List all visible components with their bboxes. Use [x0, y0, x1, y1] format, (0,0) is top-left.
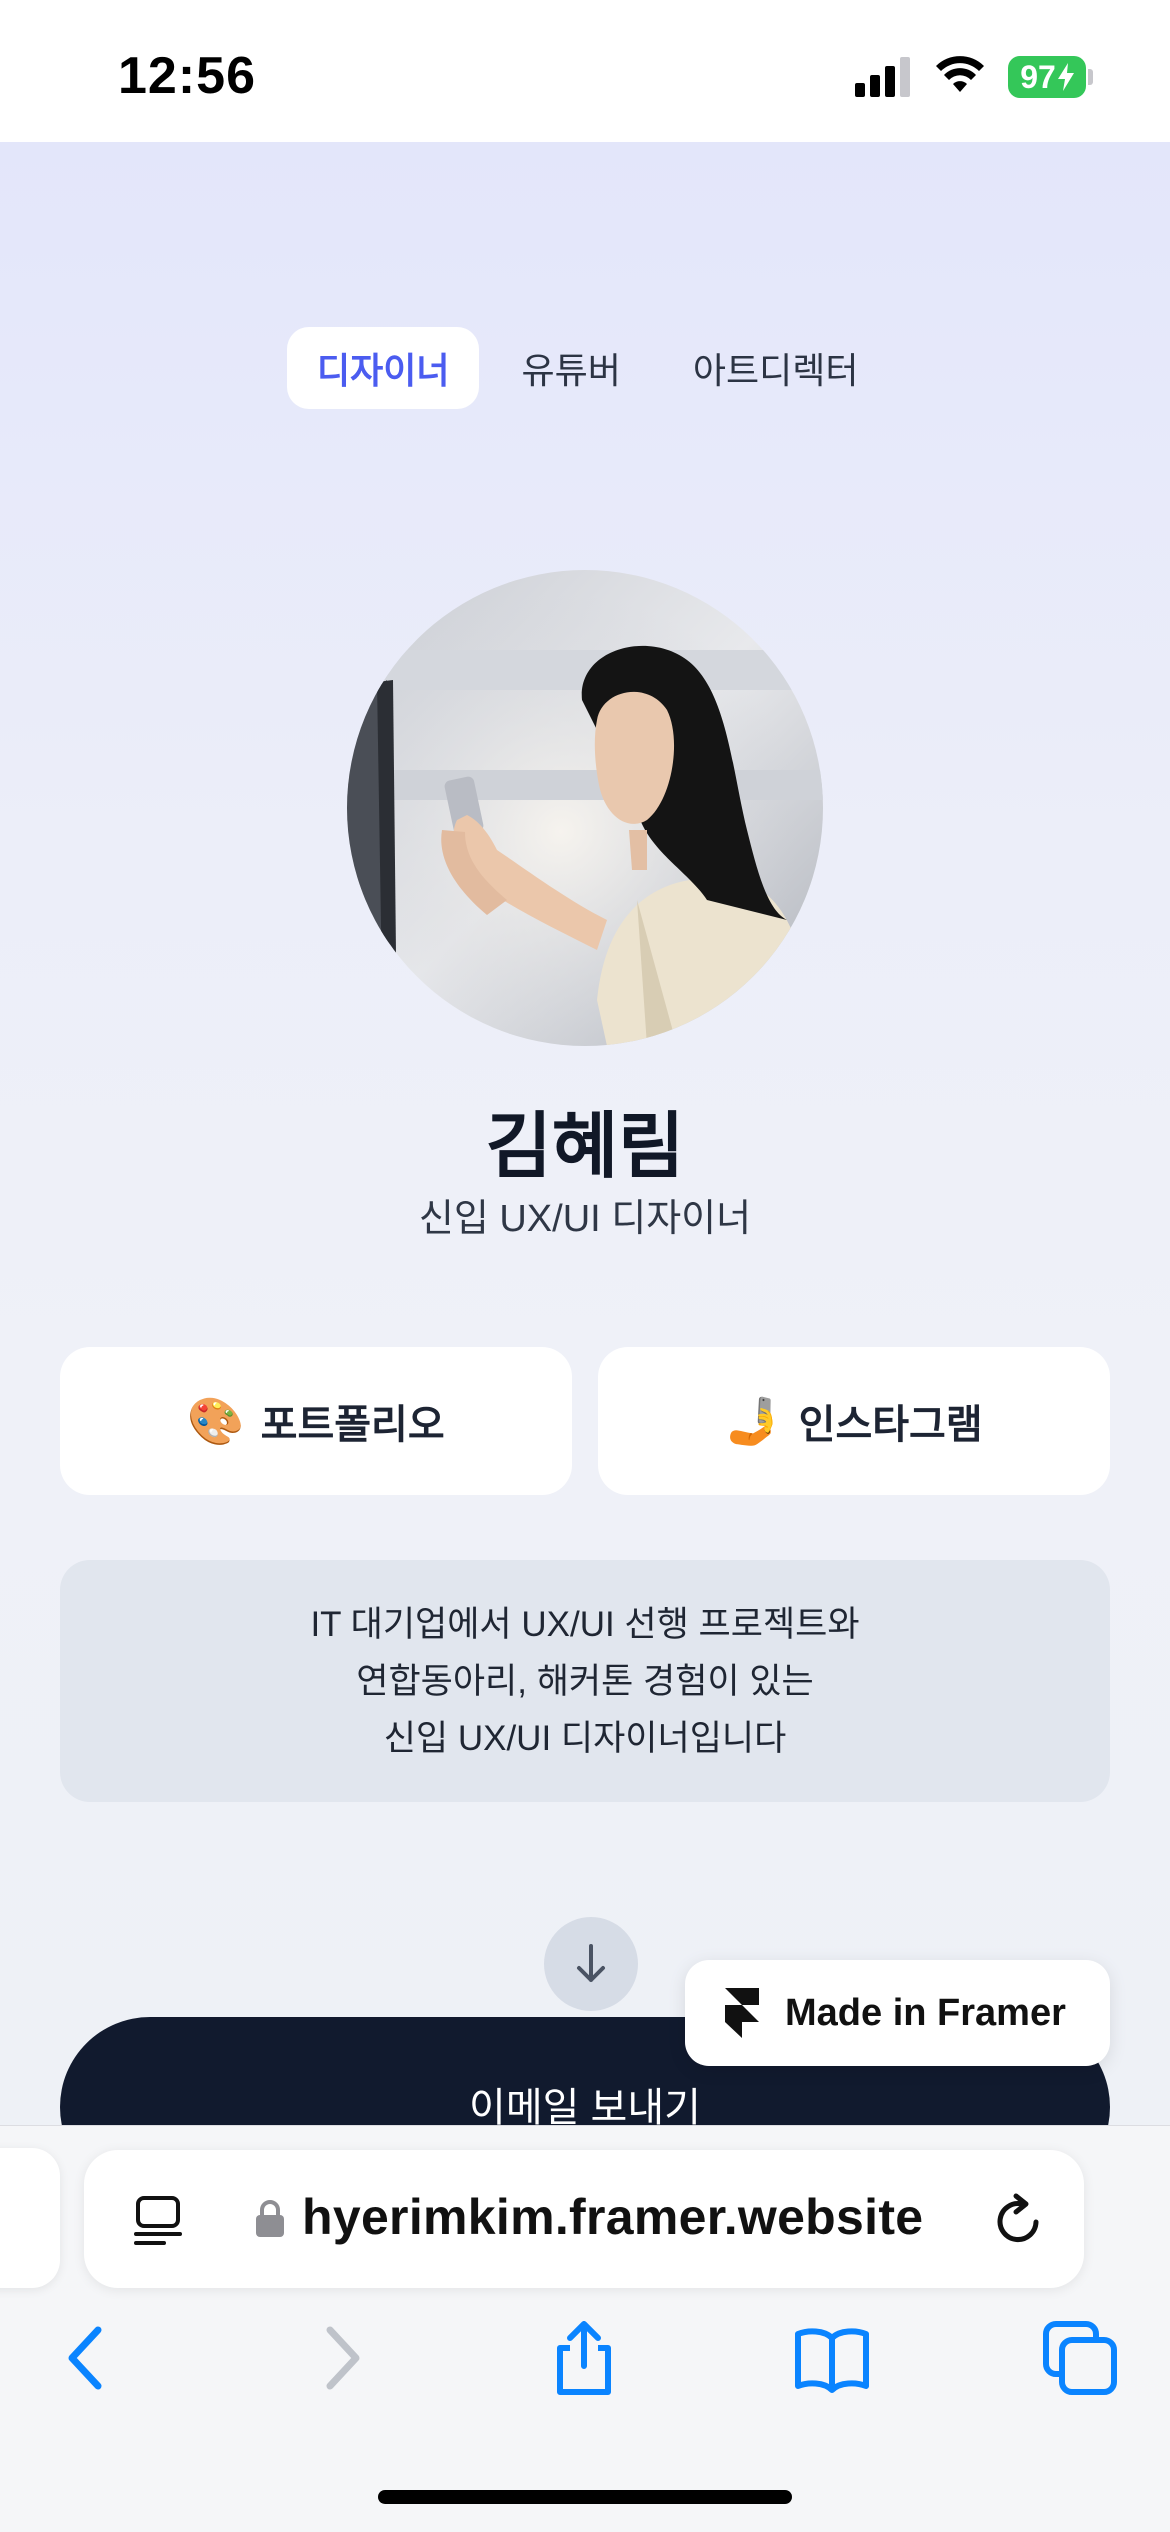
cellular-signal-icon [855, 57, 910, 97]
profile-subtitle: 신입 UX/UI 디자이너 [418, 1198, 752, 1240]
forward-icon[interactable] [302, 2320, 378, 2396]
status-bar: 12:56 97 [0, 0, 1170, 142]
intro-line: 신입 UX/UI 디자이너입니다 [383, 1718, 787, 1758]
tabs-icon[interactable] [1042, 2320, 1118, 2396]
role-tabs: 디자이너 유튜버 아트디렉터 [287, 327, 888, 409]
palette-icon: 🎨 [187, 1394, 245, 1447]
tab-designer[interactable]: 디자이너 [287, 327, 480, 409]
screen: 12:56 97 디자이너 유튜버 아트디렉터 김혜림 신입 UX/UI 디자이… [0, 0, 1170, 2532]
tab-art-director[interactable]: 아트디렉터 [663, 327, 889, 409]
lock-icon [256, 2200, 284, 2237]
selfie-icon: 🤳 [725, 1394, 783, 1447]
page-menu-icon[interactable] [132, 2192, 188, 2248]
previous-tab-preview[interactable] [0, 2148, 60, 2288]
arrow-down-icon [577, 1944, 605, 1982]
web-page: 디자이너 유튜버 아트디렉터 김혜림 신입 UX/UI 디자이너 🎨 포트폴리오… [0, 142, 1170, 2172]
charging-bolt-icon [1057, 63, 1074, 91]
portfolio-label: 포트폴리오 [260, 1403, 445, 1447]
battery-indicator: 97 [1008, 56, 1086, 98]
reload-icon[interactable] [990, 2192, 1048, 2250]
intro-card: IT 대기업에서 UX/UI 선행 프로젝트와 연합동아리, 해커톤 경험이 있… [60, 1560, 1110, 1802]
intro-line: 연합동아리, 해커톤 경험이 있는 [356, 1661, 814, 1701]
back-icon[interactable] [50, 2320, 126, 2396]
home-indicator [378, 2490, 792, 2504]
battery-nub [1088, 69, 1093, 85]
profile-photo [347, 570, 823, 1046]
share-icon[interactable] [546, 2320, 622, 2396]
portfolio-button[interactable]: 🎨 포트폴리오 [60, 1347, 572, 1495]
scroll-down-button[interactable] [544, 1917, 638, 2011]
battery-level: 97 [1020, 58, 1056, 95]
bookmarks-icon[interactable] [794, 2320, 870, 2396]
instagram-button[interactable]: 🤳 인스타그램 [598, 1347, 1110, 1495]
made-in-framer-badge[interactable]: Made in Framer [685, 1960, 1110, 2066]
url-text: hyerimkim.framer.website [302, 2189, 924, 2245]
address-bar[interactable]: hyerimkim.framer.website [84, 2150, 1084, 2288]
framer-badge-label: Made in Framer [785, 1991, 1066, 2034]
wifi-icon [936, 56, 984, 92]
intro-line: IT 대기업에서 UX/UI 선행 프로젝트와 [310, 1604, 860, 1644]
profile-name: 김혜림 [485, 1107, 685, 1187]
framer-logo-icon [725, 1988, 759, 2038]
instagram-label: 인스타그램 [798, 1403, 983, 1447]
status-time: 12:56 [118, 47, 256, 105]
tab-youtuber[interactable]: 유튜버 [491, 327, 650, 409]
